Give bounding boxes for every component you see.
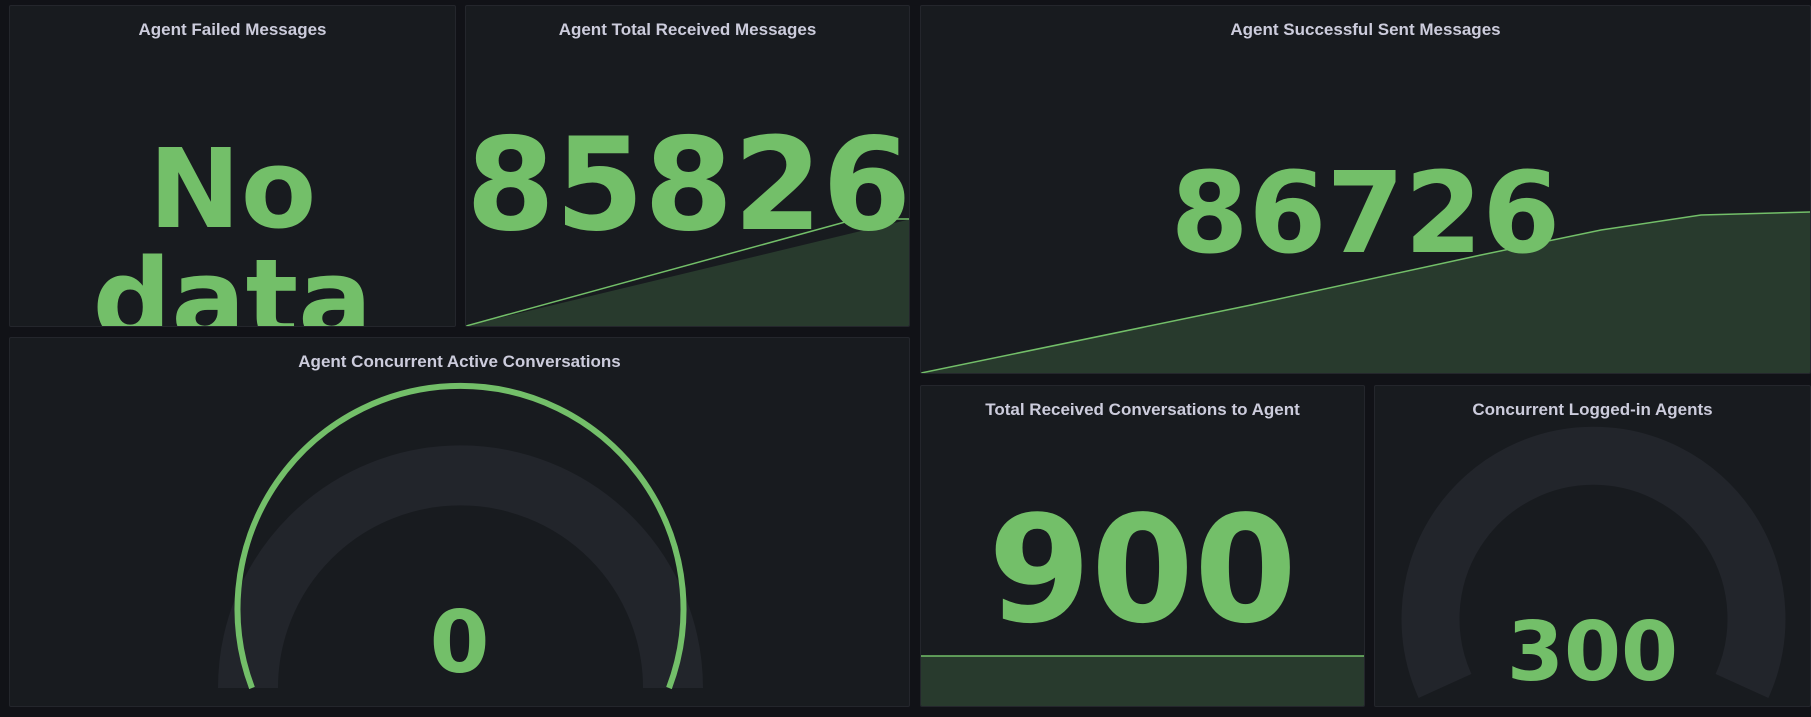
gauge-value: 300	[1506, 605, 1679, 700]
panel-agent-total-received-messages[interactable]: Agent Total Received Messages 85826	[465, 5, 910, 327]
sparkline-area	[921, 656, 1364, 706]
stat-value: 86726	[1170, 149, 1561, 279]
panel-title: Agent Failed Messages	[138, 20, 327, 39]
panel-agent-failed-messages[interactable]: Agent Failed Messages No data	[9, 5, 456, 327]
sparkline-chart	[921, 655, 1364, 706]
panel-title: Agent Total Received Messages	[558, 20, 817, 39]
panel-concurrent-logged-in-agents[interactable]: Concurrent Logged-in Agents 300	[1374, 385, 1811, 707]
panel-total-received-conversations[interactable]: Total Received Conversations to Agent 90…	[920, 385, 1365, 707]
panel-title: Total Received Conversations to Agent	[985, 400, 1300, 419]
panel-title: Agent Successful Sent Messages	[1230, 20, 1501, 39]
stat-value: 85826	[466, 111, 910, 260]
stat-value: No data	[92, 125, 373, 327]
stat-value: 900	[988, 484, 1297, 656]
panel-agent-concurrent-active-conversations[interactable]: Agent Concurrent Active Conversations 0	[9, 337, 910, 707]
gauge-value: 0	[429, 593, 490, 693]
panel-agent-successful-sent-messages[interactable]: Agent Successful Sent Messages 86726	[920, 5, 1811, 374]
